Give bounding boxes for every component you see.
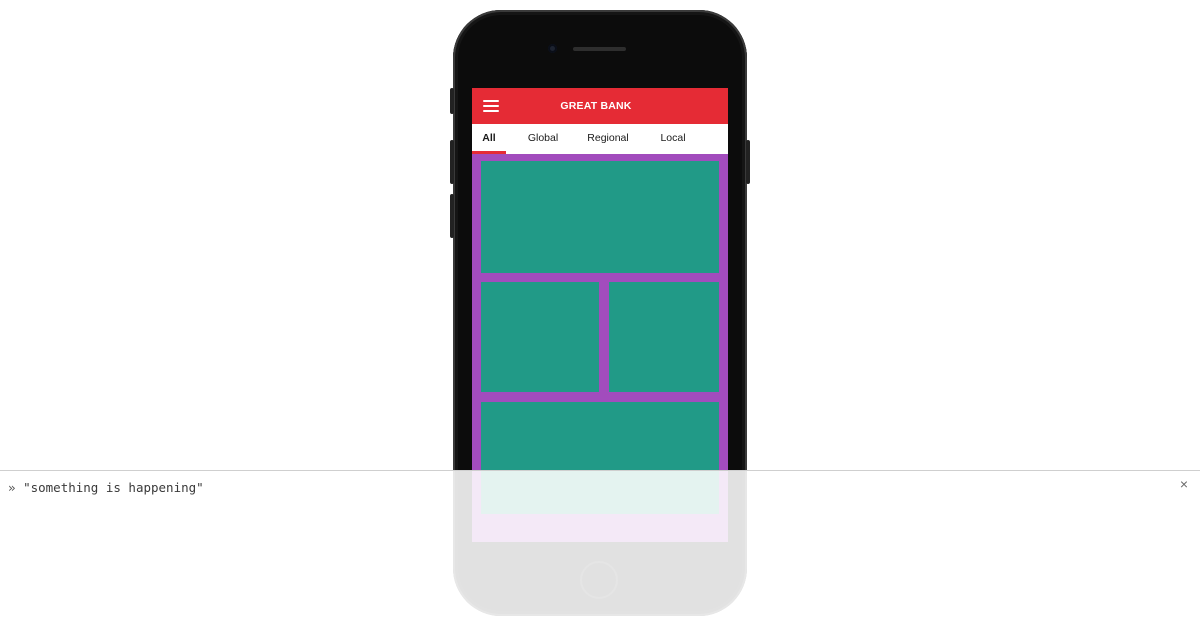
tab-regional[interactable]: Regional [580, 124, 636, 154]
card-right[interactable] [609, 282, 719, 392]
console-message: "something is happening" [23, 480, 204, 495]
console-log-line: » "something is happening" [8, 480, 204, 495]
tab-global[interactable]: Global [520, 124, 566, 154]
volume-down-button [450, 194, 454, 238]
mute-switch [450, 88, 454, 114]
tab-bar: All Global Regional Local [472, 124, 728, 154]
tab-local[interactable]: Local [650, 124, 696, 154]
app-title: GREAT BANK [560, 100, 632, 112]
card-left[interactable] [481, 282, 599, 392]
stage: GREAT BANK All Global Regional Local » "… [0, 0, 1200, 630]
volume-up-button [450, 140, 454, 184]
camera-icon [548, 44, 557, 53]
console-panel: » "something is happening" × [0, 470, 1200, 630]
card-hero[interactable] [481, 161, 719, 273]
console-prompt-icon: » [8, 480, 16, 495]
speaker-grille [573, 47, 626, 51]
power-button [746, 140, 750, 184]
active-tab-indicator [472, 151, 506, 154]
tab-all[interactable]: All [472, 124, 506, 154]
app-bar: GREAT BANK [472, 88, 728, 124]
close-icon[interactable]: × [1177, 477, 1191, 491]
